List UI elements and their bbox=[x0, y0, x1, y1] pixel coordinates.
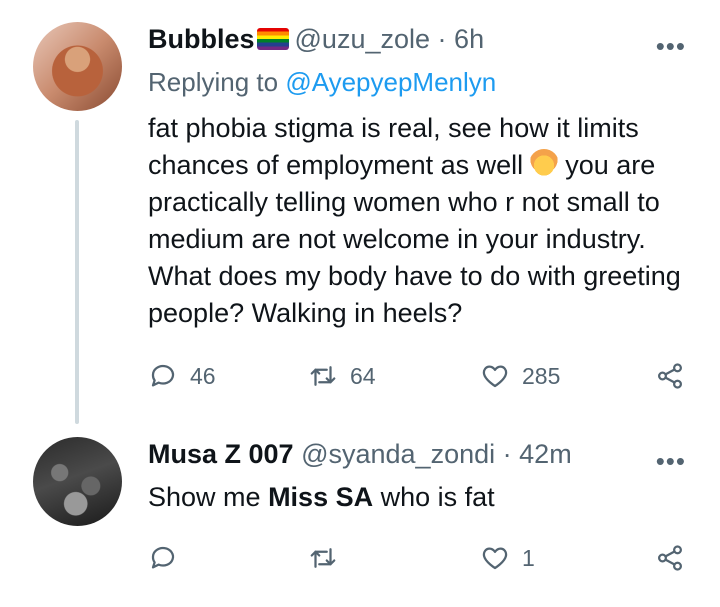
retweet-button[interactable] bbox=[308, 543, 338, 573]
display-name[interactable]: Musa Z 007 bbox=[148, 439, 294, 469]
like-count: 285 bbox=[522, 362, 561, 389]
timestamp[interactable]: 42m bbox=[519, 439, 572, 469]
reply-button[interactable]: 46 bbox=[148, 361, 216, 391]
tweet-header: Musa Z 007 @syanda_zondi · 42m bbox=[148, 439, 572, 470]
share-icon bbox=[657, 545, 683, 571]
tweet-text-before: Show me bbox=[148, 482, 269, 512]
like-icon bbox=[482, 365, 508, 388]
tweet-text-after: who is fat bbox=[373, 482, 495, 512]
facepalm-emoji-icon bbox=[529, 149, 560, 179]
user-handle[interactable]: @syanda_zondi bbox=[301, 439, 495, 469]
like-button[interactable]: 1 bbox=[480, 543, 535, 573]
thread-line bbox=[75, 120, 79, 424]
replying-to: Replying to @AyepyepMenlyn bbox=[148, 67, 496, 98]
tweet-text: fat phobia stigma is real, see how it li… bbox=[148, 110, 693, 332]
retweet-count: 64 bbox=[350, 362, 376, 389]
separator-dot: · bbox=[437, 24, 447, 54]
user-handle[interactable]: @uzu_zole bbox=[295, 24, 431, 54]
reply-icon bbox=[151, 364, 175, 387]
reply-count: 46 bbox=[190, 362, 216, 389]
like-count: 1 bbox=[522, 544, 535, 571]
separator-dot: · bbox=[502, 439, 512, 469]
tweet-actions: 46 64 285 bbox=[148, 361, 693, 397]
timestamp[interactable]: 6h bbox=[454, 24, 484, 54]
like-icon bbox=[482, 547, 508, 570]
tweet-header: Bubbles @uzu_zole · 6h bbox=[148, 24, 484, 55]
reply-button[interactable] bbox=[148, 543, 178, 573]
share-button[interactable] bbox=[655, 543, 685, 573]
like-button[interactable]: 285 bbox=[480, 361, 560, 391]
retweet-icon bbox=[310, 548, 336, 568]
avatar[interactable] bbox=[33, 22, 122, 111]
more-icon[interactable]: ••• bbox=[656, 448, 686, 474]
display-name[interactable]: Bubbles bbox=[148, 24, 255, 54]
tweet-text: Show me Miss SA who is fat bbox=[148, 482, 495, 513]
retweet-icon bbox=[310, 366, 336, 386]
reply-icon bbox=[151, 546, 175, 569]
share-icon bbox=[657, 363, 683, 389]
more-icon[interactable]: ••• bbox=[656, 33, 686, 59]
replying-to-label: Replying to bbox=[148, 67, 286, 97]
share-button[interactable] bbox=[655, 361, 685, 391]
avatar[interactable] bbox=[33, 437, 122, 526]
tweet-actions: 1 bbox=[148, 543, 693, 579]
tweet-text-bold: Miss SA bbox=[268, 482, 374, 512]
rainbow-flag-icon bbox=[256, 28, 289, 50]
retweet-button[interactable]: 64 bbox=[308, 361, 376, 391]
replying-to-link[interactable]: @AyepyepMenlyn bbox=[285, 67, 496, 97]
